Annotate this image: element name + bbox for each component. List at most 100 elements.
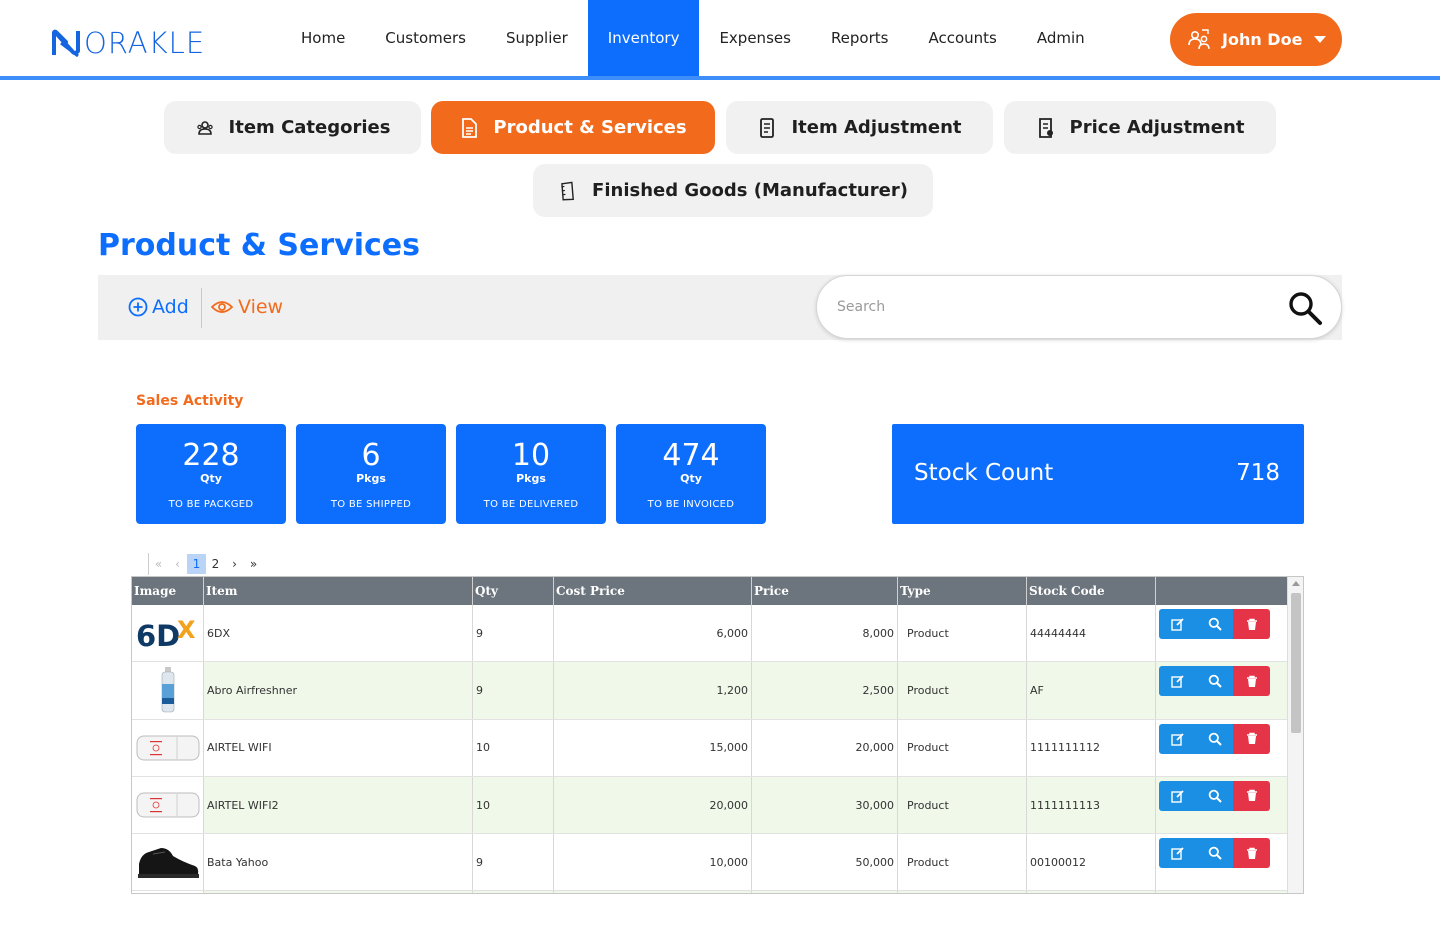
nav-admin[interactable]: Admin bbox=[1017, 0, 1105, 76]
brand-logo[interactable]: ORAKLE bbox=[52, 26, 205, 60]
view-details-button[interactable] bbox=[1196, 666, 1233, 697]
tab-finished-goods[interactable]: Finished Goods (Manufacturer) bbox=[533, 164, 933, 217]
tab-label: Price Adjustment bbox=[1069, 117, 1245, 138]
column-header-actions bbox=[1156, 577, 1287, 605]
delete-button[interactable] bbox=[1233, 666, 1270, 697]
plus-circle-icon bbox=[128, 297, 148, 317]
stat-caption: TO BE DELIVERED bbox=[483, 499, 579, 510]
stat-card-to-be-shipped[interactable]: 6 Pkgs TO BE SHIPPED bbox=[296, 424, 446, 524]
add-button[interactable]: Add bbox=[128, 296, 189, 318]
stat-unit: Qty bbox=[200, 472, 222, 485]
sales-activity-label: Sales Activity bbox=[136, 393, 244, 409]
column-header-qty[interactable]: Qty bbox=[473, 577, 554, 605]
wifi-router-image bbox=[136, 735, 199, 761]
cell-price bbox=[752, 891, 898, 893]
user-menu-button[interactable]: John Doe bbox=[1170, 13, 1342, 66]
view-details-button[interactable] bbox=[1196, 780, 1233, 811]
column-header-item[interactable]: Item bbox=[204, 577, 473, 605]
search-input[interactable] bbox=[837, 290, 1277, 324]
cell-item: AIRTEL WIFI bbox=[204, 719, 473, 776]
product-image bbox=[132, 834, 204, 891]
delete-button[interactable] bbox=[1233, 609, 1270, 639]
cell-cost-price bbox=[554, 891, 752, 893]
tab-product-services[interactable]: Product & Services bbox=[431, 101, 715, 154]
nav-accounts[interactable]: Accounts bbox=[908, 0, 1016, 76]
view-details-button[interactable] bbox=[1196, 609, 1233, 639]
spray-can-image bbox=[161, 667, 174, 713]
stat-card-to-be-delivered[interactable]: 10 Pkgs TO BE DELIVERED bbox=[456, 424, 606, 524]
view-button[interactable]: View bbox=[211, 296, 283, 318]
cell-qty: 10 bbox=[473, 776, 554, 834]
cell-type: Product bbox=[898, 662, 1027, 719]
stat-caption: TO BE SHIPPED bbox=[330, 499, 412, 510]
tab-item-adjustment[interactable]: Item Adjustment bbox=[726, 101, 993, 154]
stat-card-to-be-packed[interactable]: 228 Qty TO BE PACKGED bbox=[136, 424, 286, 524]
cell-item: AIRTEL WIFI2 bbox=[204, 776, 473, 834]
receipt-icon bbox=[757, 117, 777, 138]
edit-button[interactable] bbox=[1159, 723, 1196, 754]
table-row[interactable]: AIRTEL WIFI2 10 20,000 30,000 Product 11… bbox=[132, 776, 1287, 835]
product-image bbox=[132, 719, 204, 776]
column-header-cost-price[interactable]: Cost Price bbox=[554, 577, 752, 605]
user-switch-icon bbox=[1188, 28, 1210, 49]
cell-type: Product bbox=[898, 834, 1027, 891]
nav-customers[interactable]: Customers bbox=[365, 0, 486, 76]
logo-mark-icon bbox=[52, 29, 80, 57]
delete-button[interactable] bbox=[1233, 838, 1270, 869]
row-actions bbox=[1156, 777, 1287, 833]
prev-page-button[interactable]: ‹ bbox=[168, 554, 187, 574]
add-label: Add bbox=[152, 296, 189, 318]
nav-home[interactable]: Home bbox=[281, 0, 365, 76]
table-row[interactable]: AIRTEL WIFI 10 15,000 20,000 Product 111… bbox=[132, 719, 1287, 777]
users-icon bbox=[195, 118, 215, 138]
cell-cost-price: 20,000 bbox=[554, 776, 752, 834]
svg-text:X: X bbox=[177, 616, 196, 644]
page-2-button[interactable]: 2 bbox=[206, 554, 225, 574]
nav-expenses[interactable]: Expenses bbox=[699, 0, 810, 76]
first-page-button[interactable]: « bbox=[149, 554, 168, 574]
edit-button[interactable] bbox=[1159, 780, 1196, 811]
column-header-price[interactable]: Price bbox=[752, 577, 898, 605]
tab-price-adjustment[interactable]: Price Adjustment bbox=[1004, 101, 1276, 154]
table-row[interactable]: Abro Airfreshner 9 1,200 2,500 Product A… bbox=[132, 662, 1287, 720]
stock-count-label: Stock Count bbox=[914, 460, 1054, 486]
next-page-button[interactable]: › bbox=[225, 554, 244, 574]
delete-button[interactable] bbox=[1233, 780, 1270, 811]
tab-label: Item Categories bbox=[228, 117, 391, 138]
product-image bbox=[132, 662, 204, 719]
column-header-image[interactable]: Image bbox=[132, 577, 204, 605]
user-name: John Doe bbox=[1222, 30, 1303, 49]
scroll-up-arrow-icon[interactable] bbox=[1292, 581, 1300, 586]
last-page-button[interactable]: » bbox=[244, 554, 263, 574]
cell-stock-code: 1111111113 bbox=[1027, 776, 1156, 834]
table-row[interactable] bbox=[132, 891, 1287, 893]
tab-item-categories[interactable]: Item Categories bbox=[164, 101, 421, 154]
nav-supplier[interactable]: Supplier bbox=[486, 0, 588, 76]
search-icon[interactable] bbox=[1287, 290, 1323, 326]
edit-button[interactable] bbox=[1159, 609, 1196, 639]
edit-button[interactable] bbox=[1159, 666, 1196, 697]
delete-button[interactable] bbox=[1233, 723, 1270, 754]
edit-button[interactable] bbox=[1159, 838, 1196, 869]
cell-price: 30,000 bbox=[752, 776, 898, 834]
search-icon bbox=[1208, 732, 1222, 746]
caret-down-icon bbox=[1314, 36, 1327, 43]
cell-stock-code: 00100012 bbox=[1027, 834, 1156, 891]
nav-reports[interactable]: Reports bbox=[811, 0, 909, 76]
scrollbar-thumb[interactable] bbox=[1291, 593, 1301, 733]
table-scrollbar[interactable] bbox=[1287, 577, 1303, 893]
page-1-button[interactable]: 1 bbox=[187, 554, 206, 574]
table-row[interactable]: 6D X 6DX 9 6,000 8,000 Product 44444444 bbox=[132, 605, 1287, 663]
table-row[interactable]: Bata Yahoo 9 10,000 50,000 Product 00100… bbox=[132, 834, 1287, 892]
shoe-image bbox=[137, 848, 199, 879]
column-header-type[interactable]: Type bbox=[898, 577, 1027, 605]
table-header: Image Item Qty Cost Price Price Type Sto… bbox=[132, 577, 1287, 605]
stock-count-value: 718 bbox=[1236, 460, 1280, 486]
column-header-stock-code[interactable]: Stock Code bbox=[1027, 577, 1156, 605]
search-icon bbox=[1208, 789, 1222, 803]
view-details-button[interactable] bbox=[1196, 723, 1233, 754]
view-details-button[interactable] bbox=[1196, 838, 1233, 869]
nav-inventory[interactable]: Inventory bbox=[587, 0, 700, 76]
stat-card-to-be-invoiced[interactable]: 474 Qty TO BE INVOICED bbox=[616, 424, 766, 524]
page-title: Product & Services bbox=[98, 228, 420, 263]
